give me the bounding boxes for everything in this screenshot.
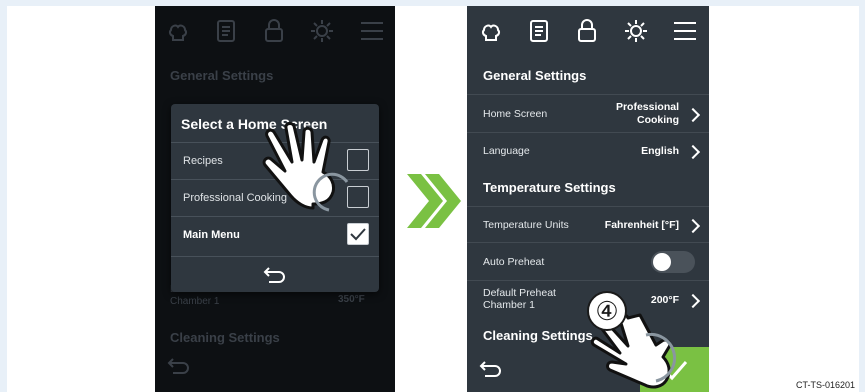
- back-arrow-icon: [263, 267, 285, 283]
- figure-caption: CT-TS-016201: [795, 380, 855, 390]
- row-label: Auto Preheat: [483, 256, 545, 268]
- step-number-badge: ④: [587, 291, 627, 331]
- brightness-icon[interactable]: [309, 18, 335, 44]
- header-icons: [467, 6, 709, 58]
- checkbox-checked[interactable]: [347, 223, 369, 245]
- lock-icon[interactable]: [261, 18, 287, 44]
- chevron-right-icon: [685, 144, 701, 160]
- menu-icon[interactable]: [672, 18, 698, 44]
- chevron-right-icon: [685, 218, 701, 234]
- chef-icon[interactable]: [478, 18, 504, 44]
- auto-preheat-toggle[interactable]: [651, 251, 695, 273]
- section-general: General Settings: [483, 68, 587, 83]
- double-chevron-icon: [407, 174, 461, 228]
- brightness-icon[interactable]: [623, 18, 649, 44]
- hand-pointer-icon: [262, 122, 349, 212]
- row-label: Default Preheat Chamber 1: [483, 287, 556, 311]
- row-label: Temperature Units: [483, 219, 569, 231]
- option-label: Recipes: [183, 155, 223, 167]
- back-arrow-icon[interactable]: [479, 359, 503, 379]
- checkmark-icon: [350, 228, 366, 241]
- option-label: Main Menu: [183, 229, 240, 241]
- lock-icon[interactable]: [574, 18, 600, 44]
- row-value: Fahrenheit [°F]: [604, 219, 679, 231]
- row-language[interactable]: Language English: [467, 132, 709, 169]
- section-temperature: Temperature Settings: [483, 180, 616, 195]
- bg-chamber: Chamber 1: [170, 296, 220, 307]
- chef-icon[interactable]: [165, 18, 191, 44]
- back-arrow-icon[interactable]: [167, 356, 191, 376]
- row-temperature-units[interactable]: Temperature Units Fahrenheit [°F]: [467, 206, 709, 243]
- row-value: English: [641, 145, 679, 157]
- recipe-book-icon[interactable]: [526, 18, 552, 44]
- row-auto-preheat[interactable]: Auto Preheat: [467, 242, 709, 281]
- row-label: Home Screen: [483, 108, 548, 120]
- row-value: Professional Cooking: [615, 101, 679, 126]
- toggle-knob: [653, 253, 671, 271]
- section-cleaning: Cleaning Settings: [483, 328, 593, 343]
- recipe-book-icon[interactable]: [213, 18, 239, 44]
- option-main-menu[interactable]: Main Menu: [171, 216, 379, 254]
- bg-section-general: General Settings: [170, 68, 274, 83]
- row-label: Language: [483, 145, 530, 157]
- row-home-screen[interactable]: Home Screen Professional Cooking: [467, 94, 709, 133]
- bg-preheat-value: 350°F: [338, 294, 365, 305]
- menu-icon[interactable]: [359, 18, 385, 44]
- chevron-right-icon: [685, 107, 701, 123]
- header-icons: [155, 6, 395, 56]
- bg-section-cleaning: Cleaning Settings: [170, 330, 280, 345]
- dialog-back-button[interactable]: [171, 256, 379, 293]
